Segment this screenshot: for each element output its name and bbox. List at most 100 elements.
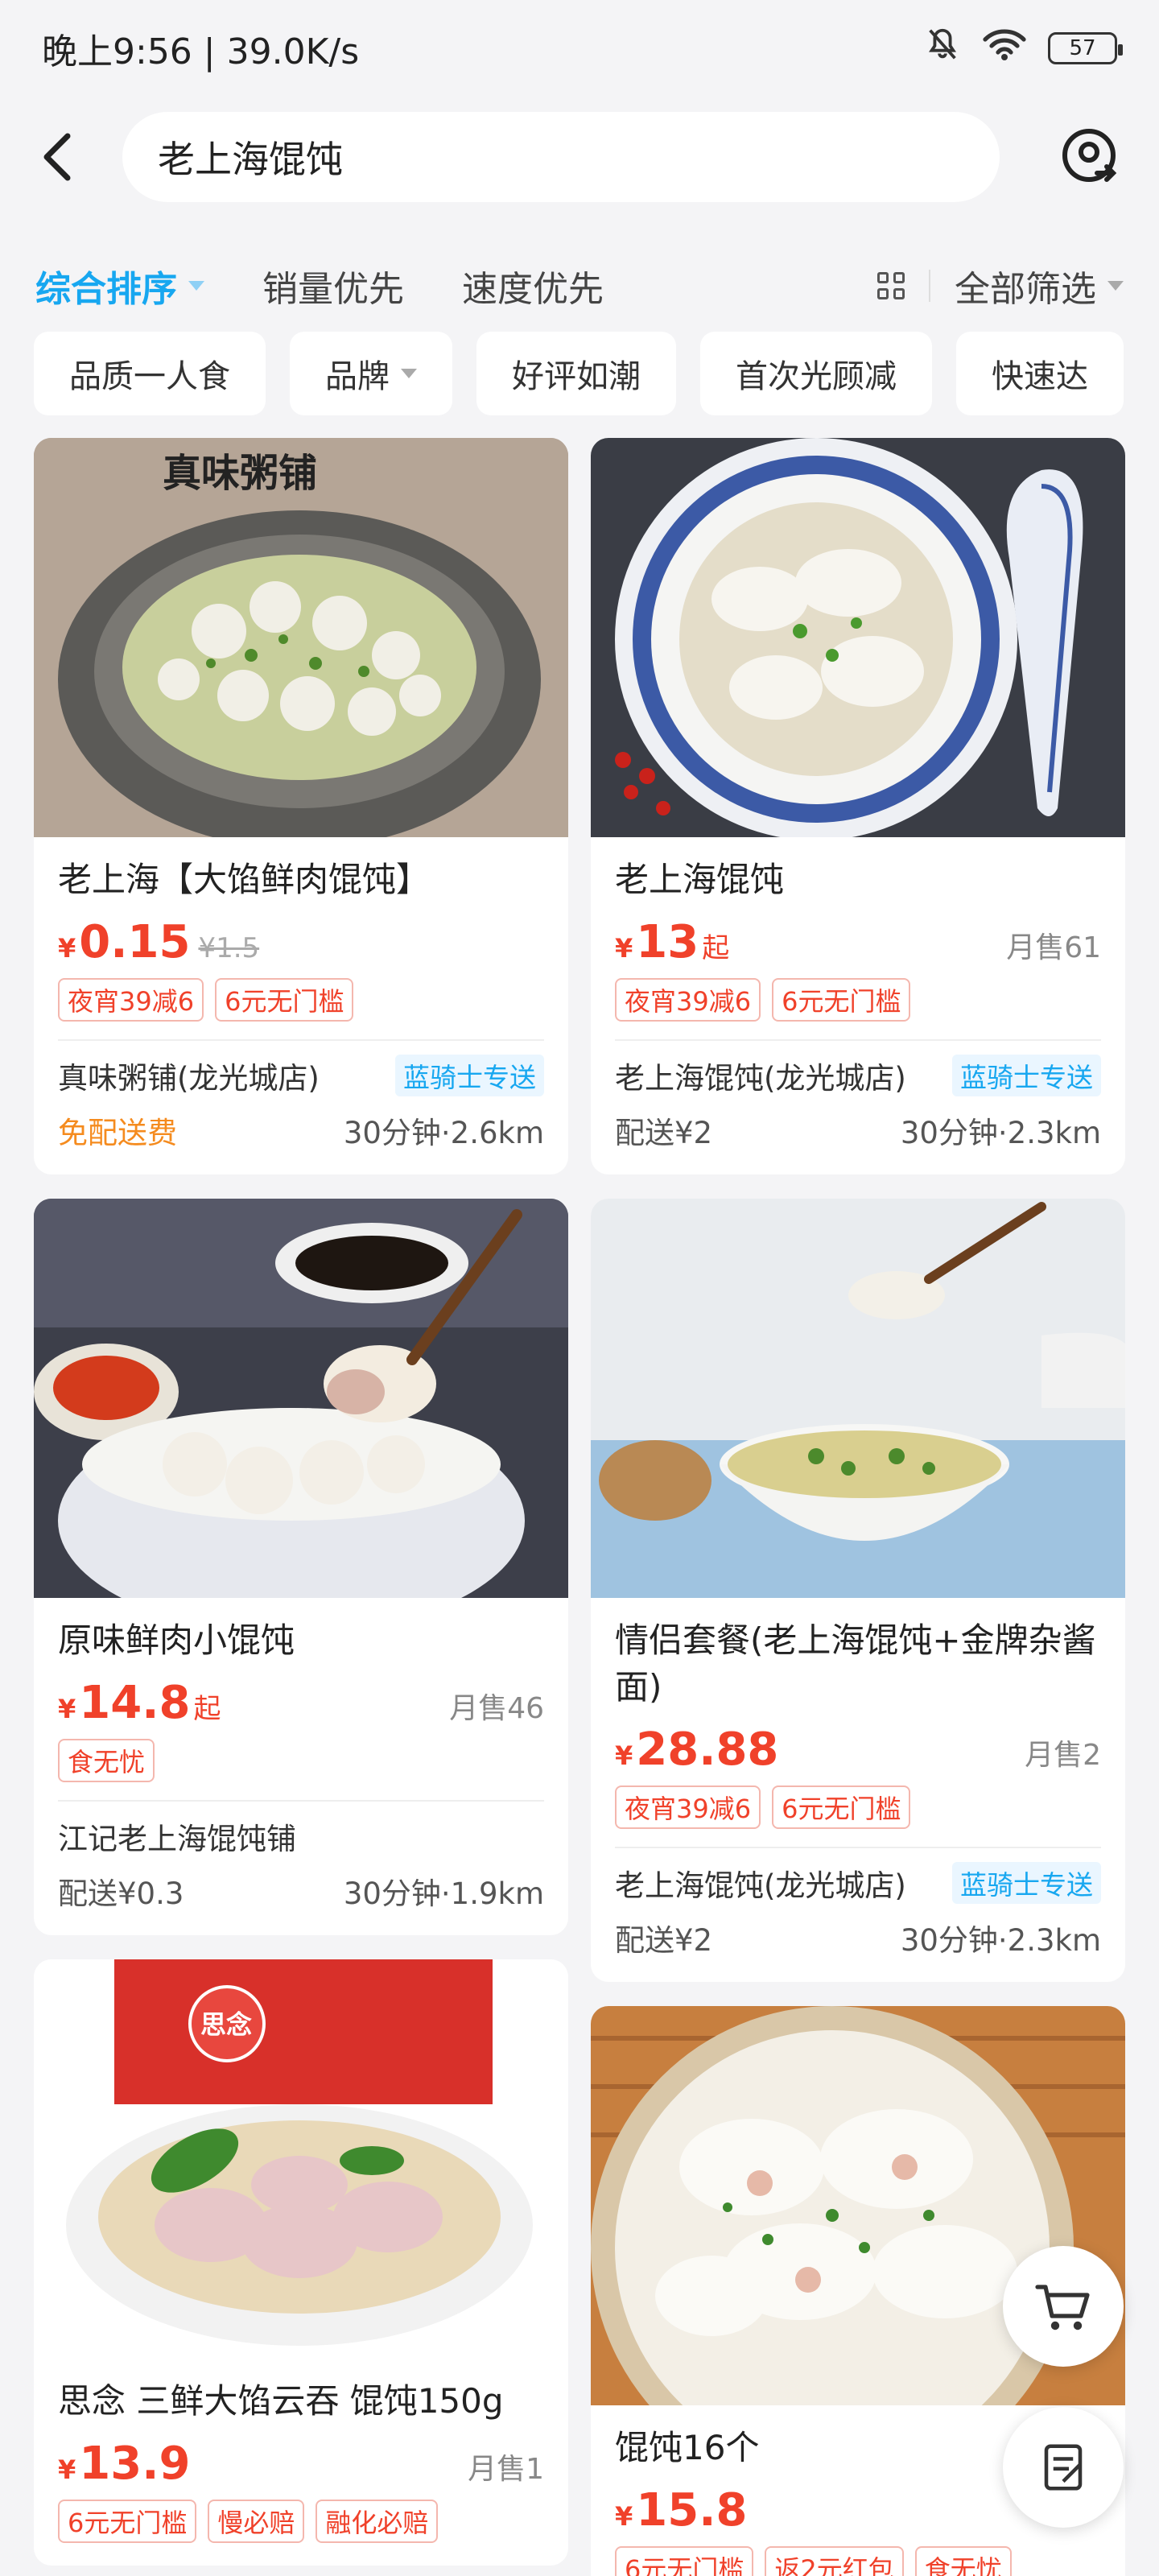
delivery-badge: 蓝骑士专送: [395, 1055, 544, 1096]
promo-tag: 返2元红包: [765, 2546, 904, 2576]
brand-logo-text: 思念: [200, 2009, 252, 2040]
monthly-sales: 月售2: [1025, 1739, 1101, 1772]
product-card[interactable]: 老上海馄饨 ¥ 13 起 月售61 夜宵39减6 6元无门槛 老上海馄饨(龙光城…: [591, 438, 1125, 1174]
shop-logo-text: 真味粥铺: [163, 451, 317, 496]
delivery-eta: 30分钟·1.9km: [343, 1876, 544, 1911]
sort-speed[interactable]: 速度优先: [462, 260, 604, 312]
promo-tag: 6元无门槛: [772, 978, 911, 1022]
delivery-fee: 配送¥0.3: [58, 1876, 184, 1911]
product-image: [591, 438, 1125, 837]
delivery-fee: 配送¥2: [615, 1923, 713, 1958]
divider: [58, 1800, 544, 1802]
chevron-down-icon: [401, 369, 417, 378]
currency-symbol: ¥: [58, 933, 76, 964]
promo-tag: 夜宵39减6: [58, 978, 204, 1022]
order-list-icon: [1044, 2444, 1083, 2491]
original-price: ¥1.5: [198, 932, 260, 964]
chip-label: 好评如潮: [512, 358, 641, 395]
chip-label: 品牌: [325, 358, 390, 395]
cart-button[interactable]: [1003, 2246, 1124, 2367]
product-title: 思念 三鲜大馅云吞 馄饨150g: [58, 2381, 504, 2421]
product-column-left: 真味粥铺 老上海【大馅鲜肉馄饨】 ¥ 0.15 ¥1.5 夜宵39减6 6元无门…: [34, 438, 568, 2576]
product-card[interactable]: 情侣套餐(老上海馄饨+金牌杂酱面) ¥ 28.88 月售2 夜宵39减6 6元无…: [591, 1199, 1125, 1982]
chevron-left-icon: [43, 133, 71, 181]
promo-tag: 6元无门槛: [215, 978, 354, 1022]
chip-first-visit[interactable]: 首次光顾减: [700, 332, 932, 415]
product-title: 老上海馄饨: [615, 860, 785, 899]
product-card[interactable]: 思念 思念 三鲜大馅云吞 馄饨150g ¥ 13.9 月售1 6元无门槛 慢必赔…: [34, 1959, 568, 2566]
chevron-down-icon: [1107, 281, 1124, 291]
delivery-fee: 配送¥2: [615, 1116, 713, 1150]
product-title: 原味鲜肉小馄饨: [58, 1620, 295, 1660]
promo-tag: 融化必赔: [316, 2500, 439, 2543]
monthly-sales: 月售1: [468, 2453, 544, 2486]
product-card[interactable]: 原味鲜肉小馄饨 ¥ 14.8 起 月售46 食无忧 江记老上海馄饨铺 配送¥0.…: [34, 1199, 568, 1935]
chip-brand[interactable]: 品牌: [290, 332, 452, 415]
promo-tag: 6元无门槛: [772, 1785, 911, 1829]
product-price: 28.88: [636, 1724, 779, 1776]
cart-icon: [1035, 2285, 1090, 2330]
sort-bar: 综合排序 销量优先 速度优先 全部筛选: [0, 242, 1159, 330]
promo-tag: 夜宵39减6: [615, 1785, 761, 1829]
price-from-label: 起: [193, 1693, 221, 1725]
order-list-button[interactable]: [1003, 2407, 1124, 2528]
promo-tag: 6元无门槛: [58, 2500, 197, 2543]
product-image: 思念: [34, 1959, 568, 2359]
product-price: 0.15: [79, 916, 191, 968]
product-price: 15.8: [636, 2484, 748, 2537]
promo-tag: 6元无门槛: [615, 2546, 754, 2576]
sort-speed-label: 速度优先: [462, 269, 604, 310]
search-input[interactable]: 老上海馄饨: [122, 112, 1000, 202]
delivery-eta: 30分钟·2.3km: [900, 1923, 1101, 1958]
grid-view-icon[interactable]: [877, 272, 905, 299]
back-button[interactable]: [32, 125, 80, 189]
filter-all-button[interactable]: 全部筛选: [955, 260, 1124, 312]
location-refresh-button[interactable]: [1054, 121, 1127, 193]
price-from-label: 起: [702, 932, 730, 964]
sort-comprehensive-label: 综合排序: [35, 269, 177, 310]
divider: [929, 270, 930, 302]
chip-label: 快速达: [992, 358, 1088, 395]
promo-tag: 慢必赔: [208, 2500, 305, 2543]
location-refresh-icon: [1062, 129, 1117, 182]
promo-tag: 夜宵39减6: [615, 978, 761, 1022]
product-card[interactable]: 真味粥铺 老上海【大馅鲜肉馄饨】 ¥ 0.15 ¥1.5 夜宵39减6 6元无门…: [34, 438, 568, 1174]
chevron-down-icon: [188, 281, 204, 291]
product-title: 老上海【大馅鲜肉馄饨】: [58, 860, 431, 899]
chip-label: 品质一人食: [69, 358, 230, 395]
delivery-badge: 蓝骑士专送: [952, 1862, 1101, 1904]
battery-level: 57: [1069, 36, 1096, 60]
currency-symbol: ¥: [615, 933, 633, 964]
sort-comprehensive[interactable]: 综合排序: [35, 260, 204, 312]
promo-tag: 食无忧: [914, 2546, 1012, 2576]
sort-sales[interactable]: 销量优先: [262, 260, 404, 312]
promo-tag: 食无忧: [58, 1739, 155, 1782]
search-header: 老上海馄饨: [0, 105, 1159, 209]
product-image: [34, 1199, 568, 1598]
chip-good-reviews[interactable]: 好评如潮: [476, 332, 676, 415]
delivery-fee: 免配送费: [58, 1116, 177, 1150]
shop-name[interactable]: 真味粥铺(龙光城店): [58, 1054, 320, 1097]
shop-name[interactable]: 老上海馄饨(龙光城店): [615, 1861, 906, 1905]
currency-symbol: ¥: [615, 1740, 633, 1771]
product-image: 真味粥铺: [34, 438, 568, 837]
shop-name[interactable]: 江记老上海馄饨铺: [58, 1814, 296, 1858]
divider: [615, 1039, 1101, 1041]
status-bar: 晚上9:56 | 39.0K/s 57: [0, 0, 1159, 97]
sort-sales-label: 销量优先: [262, 269, 404, 310]
chip-fast-delivery[interactable]: 快速达: [956, 332, 1124, 415]
product-title: 情侣套餐(老上海馄饨+金牌杂酱面): [615, 1620, 1096, 1707]
search-query: 老上海馄饨: [158, 138, 343, 181]
product-price: 13.9: [79, 2438, 191, 2490]
delivery-eta: 30分钟·2.3km: [900, 1116, 1101, 1150]
shop-name[interactable]: 老上海馄饨(龙光城店): [615, 1054, 906, 1097]
product-image: [591, 1199, 1125, 1598]
currency-symbol: ¥: [58, 2454, 76, 2485]
chip-quality-single[interactable]: 品质一人食: [34, 332, 266, 415]
divider: [615, 1847, 1101, 1848]
status-time: 晚上9:56 | 39.0K/s: [42, 31, 360, 72]
product-price: 14.8: [79, 1677, 191, 1729]
monthly-sales: 月售61: [1006, 931, 1101, 964]
battery-icon: 57: [1048, 32, 1123, 64]
currency-symbol: ¥: [58, 1694, 76, 1724]
